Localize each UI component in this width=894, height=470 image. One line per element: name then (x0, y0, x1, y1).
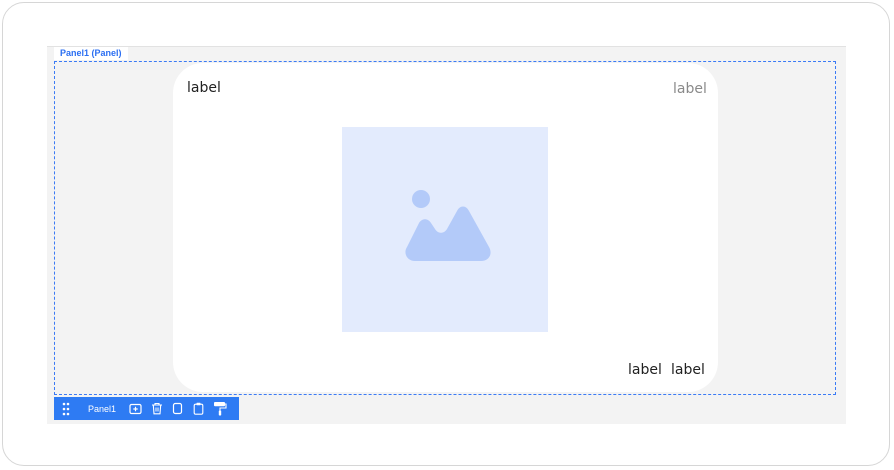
paste-button[interactable] (189, 397, 208, 420)
label-bottom-1[interactable]: label (628, 362, 662, 378)
panel-name-tag[interactable]: Panel1 (Panel) (54, 47, 128, 60)
copy-icon (172, 402, 183, 415)
add-icon (129, 403, 142, 414)
clipboard-icon (193, 402, 204, 415)
copy-button[interactable] (168, 397, 187, 420)
label-bottom-2[interactable]: label (671, 362, 705, 378)
image-placeholder-icon (405, 189, 491, 261)
label-top-left[interactable]: label (187, 80, 221, 96)
paint-roller-icon (213, 402, 227, 416)
style-button[interactable] (210, 397, 229, 420)
delete-button[interactable] (147, 397, 166, 420)
label-top-right[interactable]: label (673, 81, 707, 97)
trash-icon (151, 402, 162, 415)
image-placeholder[interactable] (342, 127, 548, 332)
component-toolbar: Panel1 (54, 397, 239, 420)
add-button[interactable] (126, 397, 145, 420)
toolbar-component-name: Panel1 (88, 403, 117, 414)
drag-handle-icon[interactable] (54, 397, 78, 420)
